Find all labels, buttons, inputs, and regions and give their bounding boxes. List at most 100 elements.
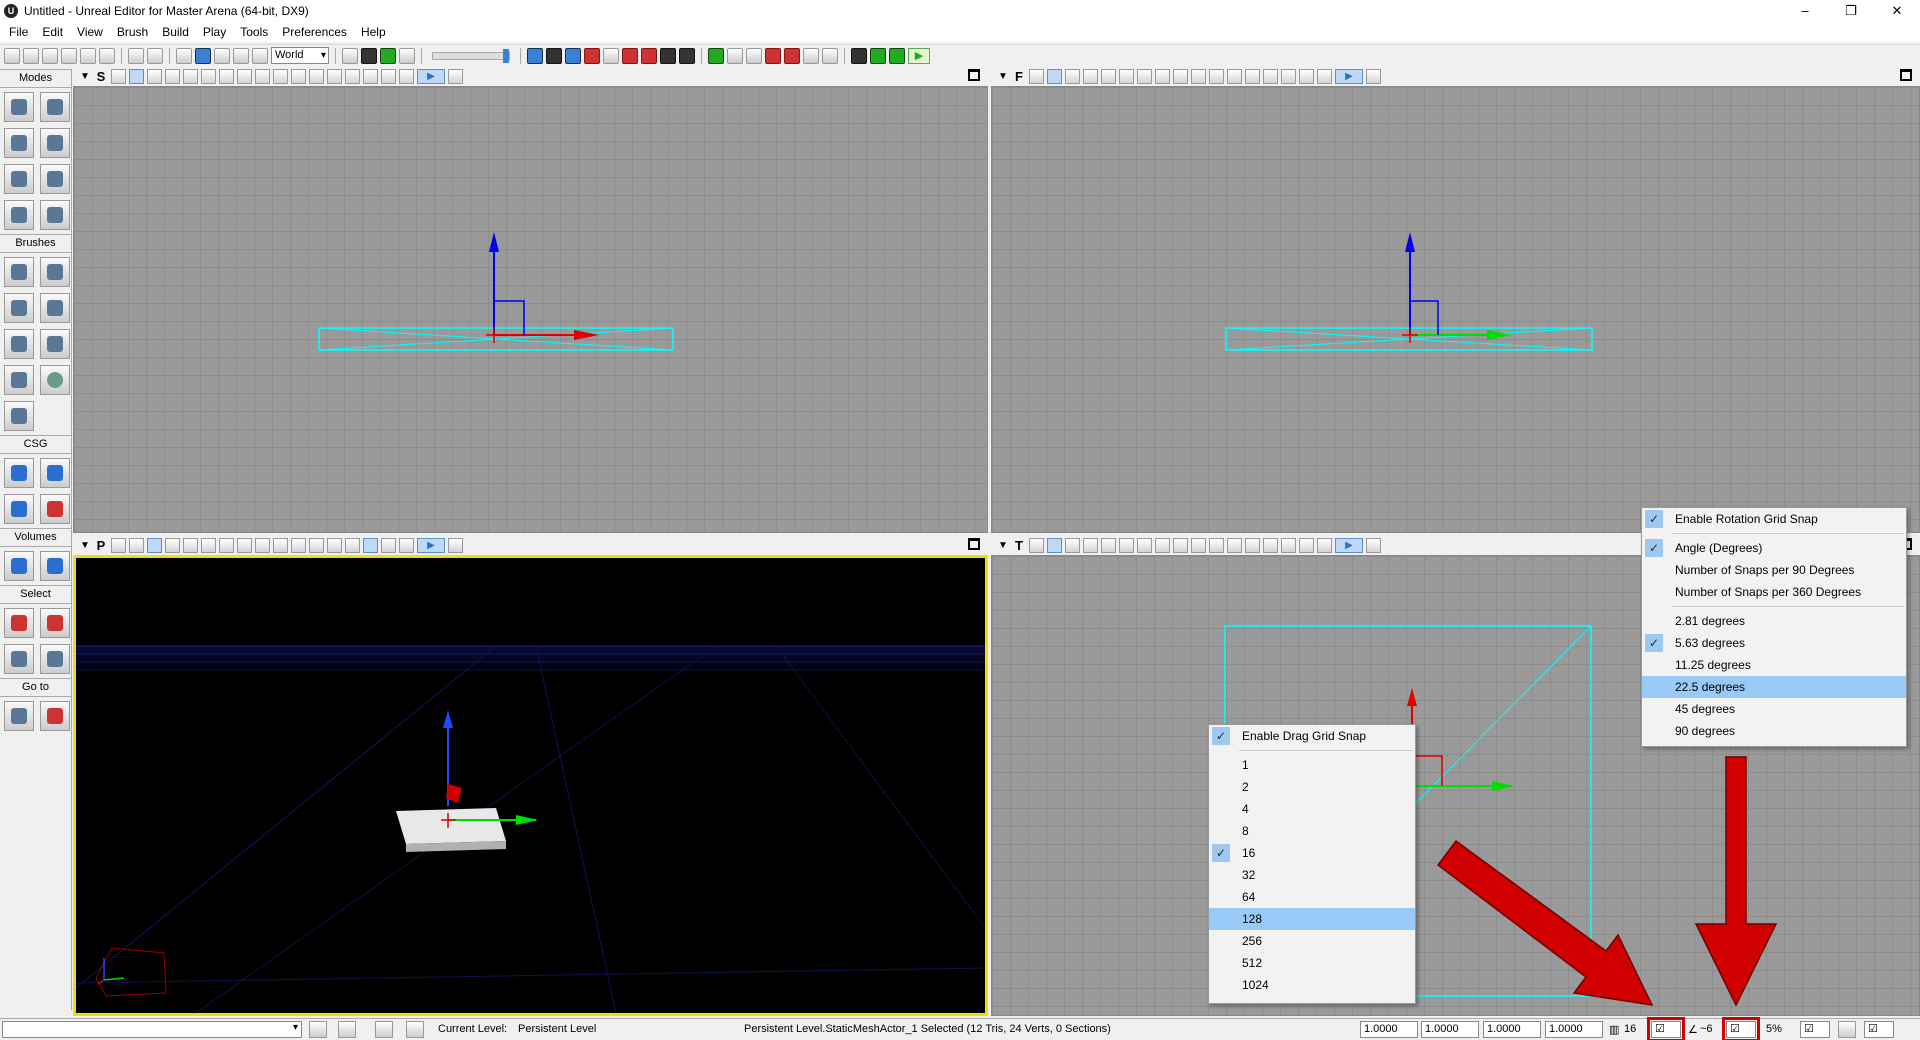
lightmap-density-icon[interactable] bbox=[1209, 69, 1224, 84]
menu-help[interactable]: Help bbox=[354, 25, 393, 39]
menu-item-grid-size[interactable]: ✓ 16 bbox=[1209, 842, 1415, 864]
game-view-icon[interactable] bbox=[309, 538, 324, 553]
show-flags-icon[interactable] bbox=[1263, 69, 1278, 84]
show-selected-icon[interactable] bbox=[4, 608, 34, 638]
lock-selected-icon[interactable] bbox=[327, 538, 342, 553]
menu-item-grid-size[interactable]: 4 bbox=[1209, 798, 1415, 820]
new-map-icon[interactable] bbox=[4, 47, 20, 64]
lightmap-density-icon[interactable] bbox=[1209, 538, 1224, 553]
csg-subtract-icon[interactable] bbox=[40, 458, 70, 488]
camera-mode-icon[interactable] bbox=[4, 92, 34, 122]
foliage-mode-icon[interactable] bbox=[40, 200, 70, 230]
menu-item-grid-size[interactable]: 32 bbox=[1209, 864, 1415, 886]
viewport-play-button[interactable]: ▶ bbox=[417, 69, 445, 84]
slider-knob[interactable] bbox=[503, 48, 509, 63]
menu-item-grid-size[interactable]: 64 bbox=[1209, 886, 1415, 908]
rotate-tools-icon[interactable] bbox=[746, 47, 762, 64]
options-tools-icon[interactable] bbox=[822, 47, 838, 64]
unlit-icon[interactable] bbox=[165, 538, 180, 553]
level-combo[interactable] bbox=[2, 1021, 302, 1038]
view-mode-icon[interactable] bbox=[1317, 538, 1332, 553]
texture-density-icon[interactable] bbox=[255, 538, 270, 553]
brush-wireframe-icon[interactable] bbox=[1047, 538, 1062, 553]
lock-view-icon[interactable] bbox=[111, 538, 126, 553]
geometry-mode-icon[interactable] bbox=[40, 92, 70, 122]
terrain-mode-icon[interactable] bbox=[4, 128, 34, 158]
show-flags-icon[interactable] bbox=[345, 69, 360, 84]
drag-grid-snap-toggle[interactable]: ☑ bbox=[1647, 1017, 1685, 1040]
rotate-mode-icon[interactable] bbox=[214, 47, 230, 64]
shader-complexity-icon[interactable] bbox=[1191, 69, 1206, 84]
detail-lighting-icon[interactable] bbox=[201, 69, 216, 84]
translate-mode-icon[interactable] bbox=[195, 47, 211, 64]
group-tools-icon[interactable] bbox=[784, 47, 800, 64]
maximize-viewport-icon[interactable] bbox=[968, 538, 980, 550]
streaming-volumes-icon[interactable] bbox=[1299, 538, 1314, 553]
lock-selected-icon[interactable] bbox=[327, 69, 342, 84]
menu-item-grid-size[interactable]: 1024 bbox=[1209, 974, 1415, 996]
drag-grid-slider[interactable] bbox=[432, 48, 510, 63]
lighting-quality-icon[interactable] bbox=[660, 47, 676, 64]
scale-mode-icon[interactable] bbox=[233, 47, 249, 64]
move-mode-icon[interactable] bbox=[40, 128, 70, 158]
show-flags-icon[interactable] bbox=[345, 538, 360, 553]
menu-edit[interactable]: Edit bbox=[35, 25, 70, 39]
goto-actor-icon[interactable] bbox=[4, 701, 34, 731]
level-browser-icon[interactable] bbox=[375, 1021, 393, 1038]
menu-item-snaps-per-360[interactable]: Number of Snaps per 360 Degrees bbox=[1642, 581, 1906, 603]
cone-brush-icon[interactable] bbox=[40, 257, 70, 287]
shader-complexity-icon[interactable] bbox=[273, 538, 288, 553]
menu-item-grid-size-highlighted[interactable]: 128 bbox=[1209, 908, 1415, 930]
viewport-play-button[interactable]: ▶ bbox=[1335, 69, 1363, 84]
pop-out-viewport-icon[interactable] bbox=[448, 538, 463, 553]
rotation-value-field[interactable]: 1.0000 bbox=[1421, 1021, 1479, 1038]
viewport-play-button[interactable]: ▶ bbox=[417, 538, 445, 553]
viewport-options-dropdown[interactable]: ▼ bbox=[79, 71, 91, 82]
toggle-realtime-icon[interactable] bbox=[708, 47, 724, 64]
pop-out-viewport-icon[interactable] bbox=[1366, 538, 1381, 553]
nonuniform-scale-icon[interactable] bbox=[252, 47, 268, 64]
stop-build-icon[interactable] bbox=[641, 47, 657, 64]
lighting-only-icon[interactable] bbox=[622, 47, 638, 64]
brush-wireframe-icon[interactable] bbox=[129, 538, 144, 553]
level-lock-icon[interactable] bbox=[309, 1021, 327, 1038]
wireframe-icon[interactable] bbox=[147, 538, 162, 553]
unlit-icon[interactable] bbox=[165, 69, 180, 84]
close-button[interactable]: ✕ bbox=[1874, 0, 1920, 22]
menu-item-degrees[interactable]: ✓ 5.63 degrees bbox=[1642, 632, 1906, 654]
game-view-icon[interactable] bbox=[309, 69, 324, 84]
level-check-icon[interactable] bbox=[406, 1021, 424, 1038]
texture-align-icon[interactable] bbox=[4, 164, 34, 194]
menu-preferences[interactable]: Preferences bbox=[275, 25, 354, 39]
maximize-viewport-icon[interactable] bbox=[1900, 69, 1912, 81]
menu-item-snaps-per-90[interactable]: Number of Snaps per 90 Degrees bbox=[1642, 559, 1906, 581]
brush-wireframe-icon[interactable] bbox=[1047, 69, 1062, 84]
csg-deintersect-icon[interactable] bbox=[40, 494, 70, 524]
unlit-icon[interactable] bbox=[1083, 538, 1098, 553]
maximize-button[interactable]: ❐ bbox=[1828, 0, 1874, 22]
select-mode-icon[interactable] bbox=[176, 47, 192, 64]
unlit-icon[interactable] bbox=[1083, 69, 1098, 84]
cube-brush-icon[interactable] bbox=[4, 257, 34, 287]
redo-icon[interactable] bbox=[147, 47, 163, 64]
linear-stair-brush-icon[interactable] bbox=[4, 329, 34, 359]
realtime-audio-icon[interactable] bbox=[363, 538, 378, 553]
lightmap-density-icon[interactable] bbox=[291, 538, 306, 553]
menu-file[interactable]: File bbox=[2, 25, 35, 39]
scale-value-field[interactable]: 1.0000 bbox=[1483, 1021, 1541, 1038]
viewport-options-dropdown[interactable]: ▼ bbox=[79, 540, 91, 551]
actor-tools-icon[interactable] bbox=[765, 47, 781, 64]
maximize-viewport-icon[interactable] bbox=[968, 69, 980, 81]
menu-item-degrees[interactable]: 45 degrees bbox=[1642, 698, 1906, 720]
menu-item-grid-size[interactable]: 1 bbox=[1209, 754, 1415, 776]
lighting-only-view-icon[interactable] bbox=[219, 69, 234, 84]
light-complexity-icon[interactable] bbox=[237, 69, 252, 84]
menu-item-grid-size[interactable]: 512 bbox=[1209, 952, 1415, 974]
menu-tools[interactable]: Tools bbox=[233, 25, 275, 39]
csg-intersect-icon[interactable] bbox=[4, 494, 34, 524]
wireframe-icon[interactable] bbox=[147, 69, 162, 84]
menu-item-grid-size[interactable]: 8 bbox=[1209, 820, 1415, 842]
scale-snap-toggle[interactable]: ☑ bbox=[1800, 1021, 1830, 1038]
lighting-only-view-icon[interactable] bbox=[219, 538, 234, 553]
static-mesh-mode-icon[interactable] bbox=[4, 200, 34, 230]
